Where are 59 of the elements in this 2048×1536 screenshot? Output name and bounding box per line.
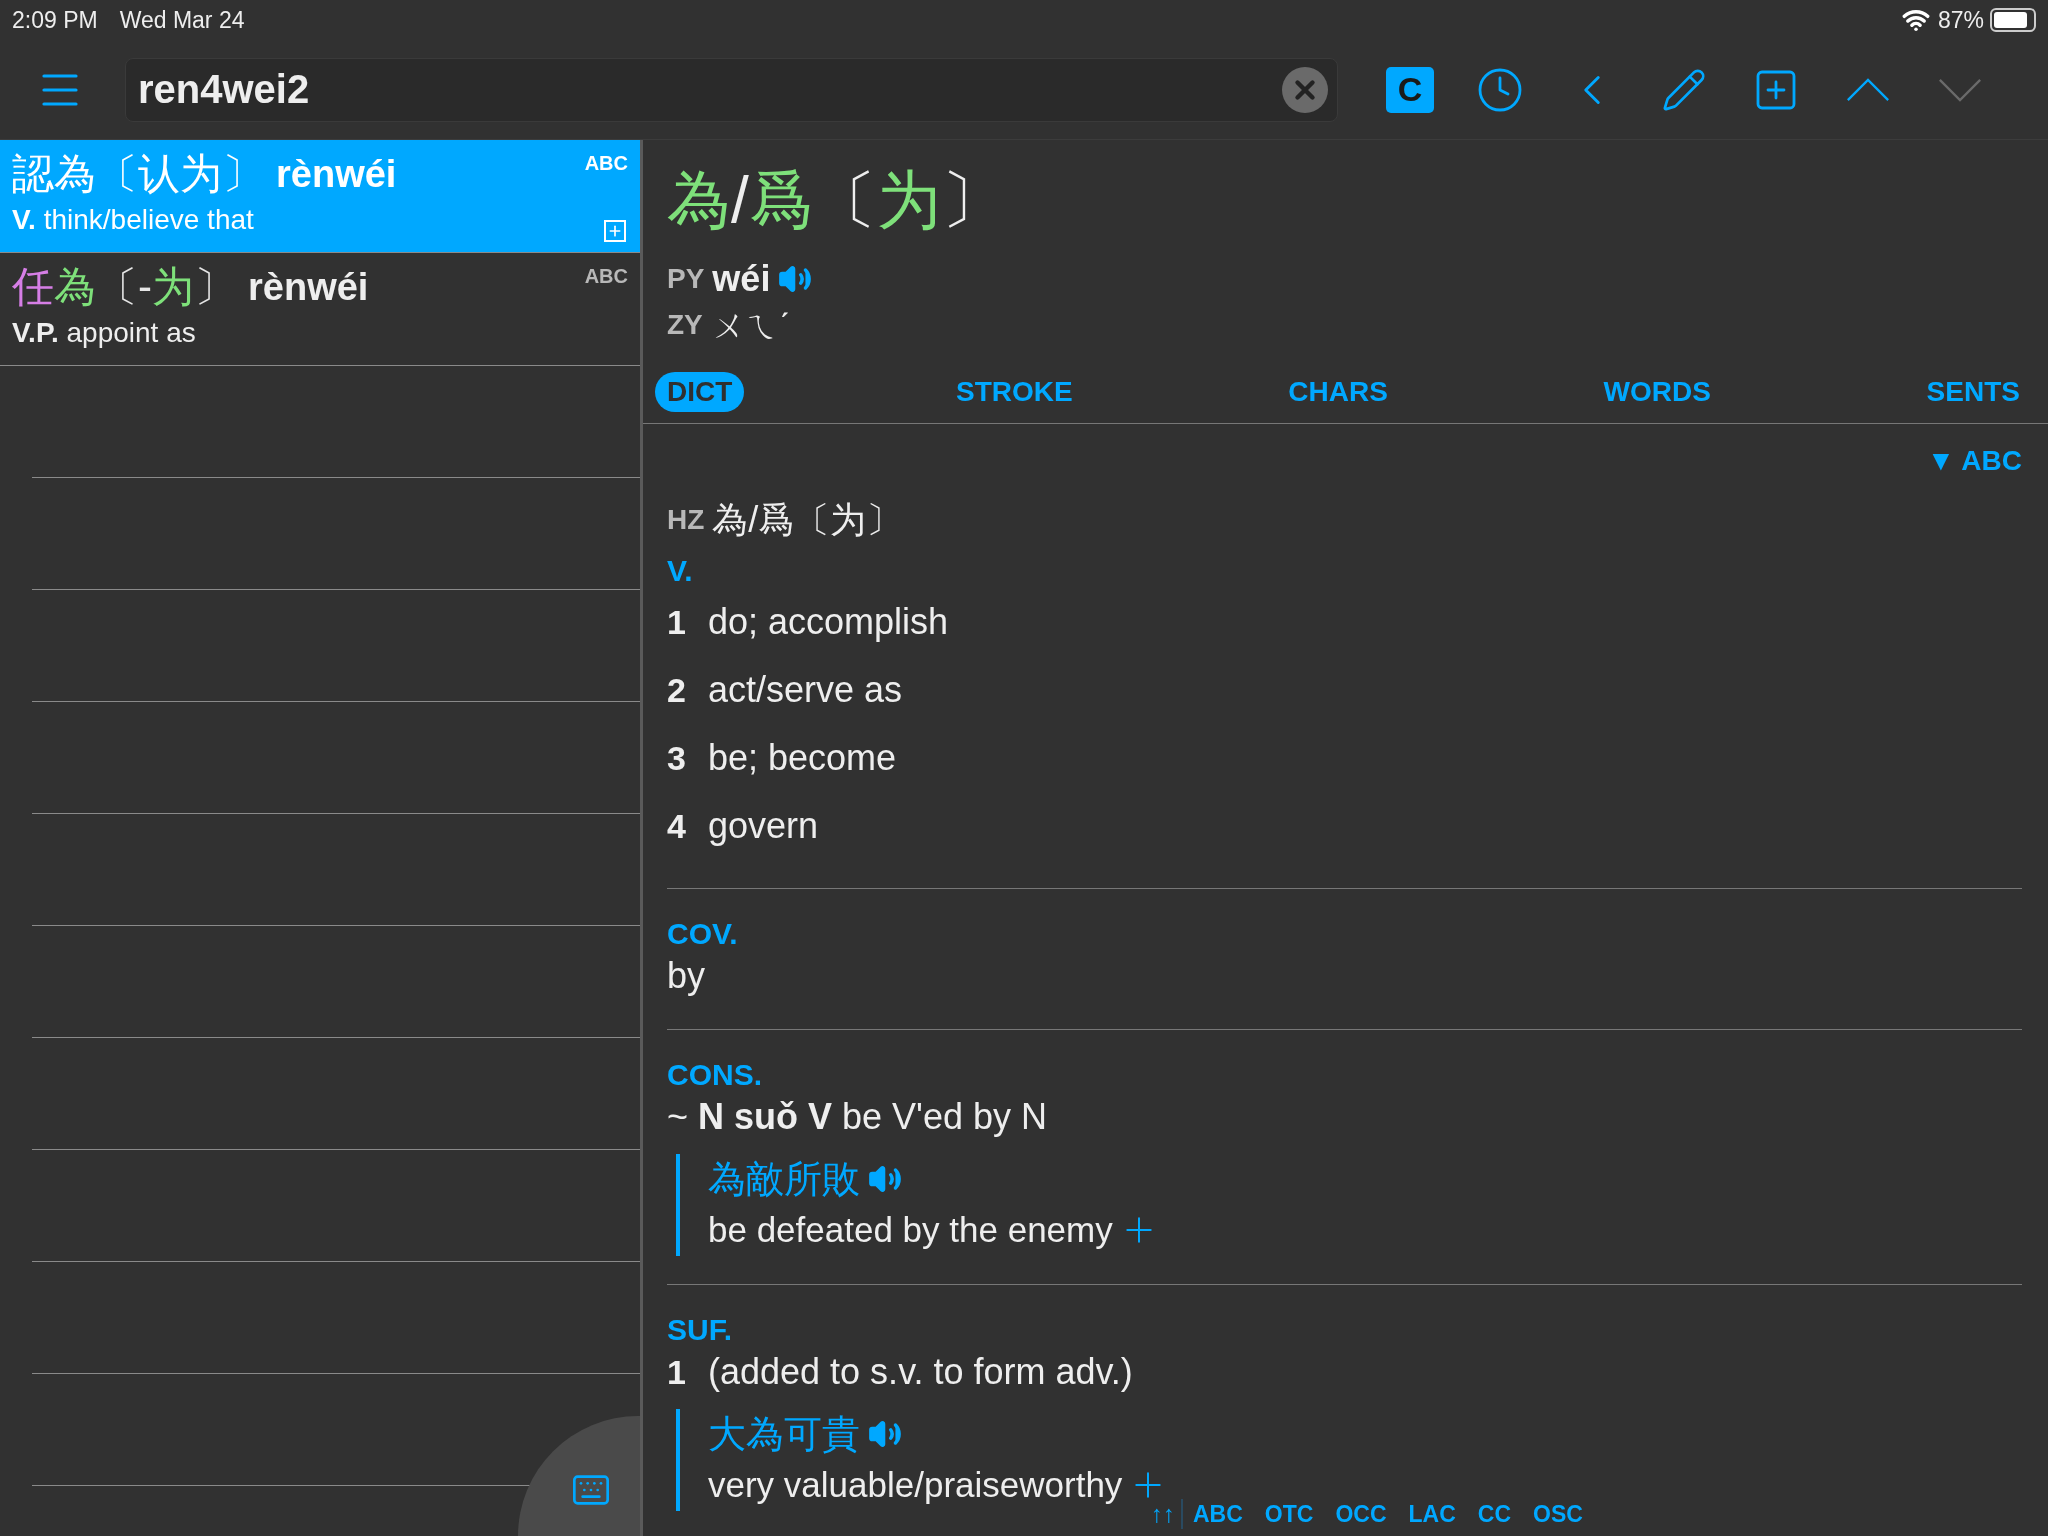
sense-number: 1 — [667, 601, 687, 643]
example-english: be defeated by the enemy — [708, 1208, 1113, 1251]
status-time: 2:09 PM — [12, 5, 98, 35]
tab[interactable]: DICT — [655, 371, 745, 412]
example-chinese: 為敵所敗 — [708, 1156, 860, 1202]
sense-text: (added to s.v. to form adv.) — [708, 1350, 1133, 1394]
sense-number: 2 — [667, 669, 687, 711]
tab[interactable]: STROKE — [952, 371, 1077, 412]
part-of-speech: SUF. — [667, 1311, 732, 1348]
source-link[interactable]: LAC — [1408, 1496, 1456, 1532]
headword: 為/爲〔为〕 — [667, 168, 1005, 232]
sense-text: govern — [708, 804, 819, 848]
zhuyin-label: ZY — [667, 308, 703, 342]
sense-text: do; accomplish — [708, 600, 949, 644]
chevron-down-icon — [1938, 77, 1982, 102]
hanzi-label: HZ — [667, 503, 705, 537]
sense-number: 1 — [667, 1351, 687, 1393]
sense-number: 3 — [667, 737, 687, 779]
battery-percent: 87% — [1937, 5, 1984, 35]
sense-number: 4 — [667, 805, 687, 847]
tab[interactable]: WORDS — [1599, 371, 1715, 412]
example-chinese: 大為可貴 — [708, 1411, 860, 1457]
status-date: Wed Mar 24 — [119, 5, 245, 35]
source-link[interactable]: OTC — [1264, 1496, 1314, 1532]
result-pinyin: rènwéi — [276, 155, 397, 193]
tab[interactable]: SENTS — [1922, 371, 2024, 412]
result-pinyin: rènwéi — [248, 268, 369, 306]
example-english: very valuable/praiseworthy — [708, 1463, 1123, 1506]
hanzi-forms: 為/爲〔为〕 — [712, 498, 903, 542]
sense-text: ~ N suǒ V be V'ed by N — [667, 1095, 1048, 1139]
sense-text: be; become — [708, 736, 897, 780]
zhuyin: ㄨㄟˊ — [710, 304, 791, 346]
source-link[interactable]: CC — [1477, 1496, 1512, 1532]
source-link[interactable]: OSC — [1533, 1496, 1583, 1532]
script-toggle-button[interactable]: C — [1386, 66, 1434, 113]
source-link[interactable]: ABC — [1193, 1496, 1243, 1532]
battery-icon — [1990, 8, 2036, 32]
result-row[interactable]: 認為〔认为〕 rènwéi V. think/believe that ABC — [0, 140, 640, 252]
scroll-top-arrows[interactable]: ↑↑ — [1151, 1496, 1175, 1532]
source-tag: ABC — [584, 148, 628, 178]
tab[interactable]: CHARS — [1284, 371, 1392, 412]
result-headword: 認為〔认为〕 — [12, 153, 264, 195]
pinyin: wéi — [712, 257, 771, 301]
pinyin-label: PY — [667, 262, 705, 296]
search-field[interactable]: ren4wei2 — [125, 57, 1338, 122]
part-of-speech: COV. — [667, 915, 738, 952]
sense-text: by — [667, 954, 706, 998]
result-gloss: V. think/believe that — [12, 203, 254, 237]
part-of-speech: CONS. — [667, 1056, 762, 1093]
result-row[interactable]: 任為〔-为〕 rènwéi V.P. appoint as ABC — [0, 253, 640, 365]
source-tag: ABC — [584, 261, 628, 291]
chevron-up-icon — [1846, 77, 1890, 102]
source-link[interactable]: OCC — [1335, 1496, 1387, 1532]
result-gloss: V.P. appoint as — [12, 316, 196, 350]
source-selector[interactable]: ▼ ABC — [1926, 440, 2022, 482]
result-headword: 任為〔-为〕 — [12, 266, 236, 308]
add-box-icon[interactable] — [604, 220, 626, 242]
sense-text: act/serve as — [708, 668, 903, 712]
part-of-speech: V. — [667, 552, 693, 589]
